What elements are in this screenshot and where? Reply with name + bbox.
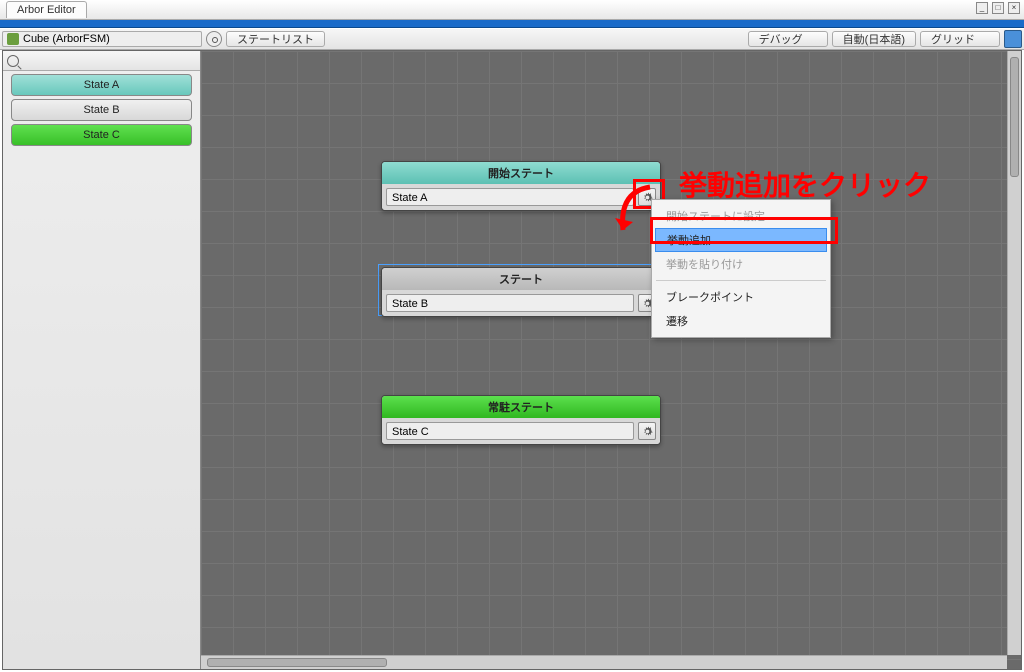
sidebar: State A State B State C — [3, 51, 201, 669]
accent-strip — [0, 20, 1024, 28]
minimize-icon[interactable]: _ — [976, 2, 988, 14]
scrollbar-thumb[interactable] — [207, 658, 387, 667]
sidebar-item-state-c[interactable]: State C — [11, 124, 192, 146]
target-object-field[interactable]: Cube (ArborFSM) — [2, 31, 202, 47]
sidebar-item-label: State C — [83, 129, 120, 141]
debug-label: デバッグ — [759, 31, 803, 47]
state-list-button[interactable]: ステートリスト — [226, 31, 325, 47]
menu-item-label: 開始ステートに設定 — [666, 211, 765, 223]
node-name-field[interactable]: State A — [386, 188, 634, 206]
state-node-b[interactable]: ステート State B — [381, 267, 661, 317]
menu-item-label: ブレークポイント — [666, 292, 754, 304]
search-icon — [7, 55, 19, 67]
language-dropdown[interactable]: 自動(日本語) — [832, 31, 916, 47]
menu-item-breakpoint[interactable]: ブレークポイント — [652, 285, 830, 309]
state-node-a[interactable]: 開始ステート State A — [381, 161, 661, 211]
node-header[interactable]: ステート — [382, 268, 660, 290]
vertical-scrollbar[interactable] — [1007, 51, 1021, 655]
node-name-field[interactable]: State B — [386, 294, 634, 312]
sidebar-item-state-a[interactable]: State A — [11, 74, 192, 96]
menu-item-label: 挙動追加 — [667, 235, 711, 247]
node-header-label: ステート — [499, 271, 543, 287]
horizontal-scrollbar[interactable] — [201, 655, 1007, 669]
menu-item-label: 遷移 — [666, 316, 688, 328]
target-object-label: Cube (ArborFSM) — [23, 33, 110, 45]
context-menu: 開始ステートに設定 挙動追加 挙動を貼り付け ブレークポイント 遷移 — [651, 199, 831, 338]
sidebar-search-bar[interactable] — [3, 51, 200, 71]
language-label: 自動(日本語) — [843, 31, 905, 47]
menu-item-transition[interactable]: 遷移 — [652, 309, 830, 333]
state-list-label: ステートリスト — [237, 31, 314, 47]
window-title: Arbor Editor — [6, 1, 87, 18]
node-header-label: 常駐ステート — [488, 399, 554, 415]
debug-dropdown[interactable]: デバッグ — [748, 31, 828, 47]
menu-item-add-behavior[interactable]: 挙動追加 — [655, 228, 827, 252]
prefab-icon — [7, 33, 19, 45]
toolbar: Cube (ArborFSM) ステートリスト デバッグ 自動(日本語) グリッ… — [0, 28, 1024, 50]
state-node-c[interactable]: 常駐ステート State C — [381, 395, 661, 445]
node-header[interactable]: 常駐ステート — [382, 396, 660, 418]
close-icon[interactable]: × — [1008, 2, 1020, 14]
sidebar-item-label: State A — [84, 79, 119, 91]
callout-text: 挙動追加をクリック — [679, 164, 931, 204]
gear-icon[interactable] — [638, 422, 656, 440]
grid-label: グリッド — [931, 31, 975, 47]
sidebar-item-label: State B — [83, 104, 119, 116]
maximize-icon[interactable]: □ — [992, 2, 1004, 14]
menu-item-set-start[interactable]: 開始ステートに設定 — [652, 204, 830, 228]
object-picker-icon[interactable] — [206, 31, 222, 47]
menu-item-paste-behavior[interactable]: 挙動を貼り付け — [652, 252, 830, 276]
node-name-field[interactable]: State C — [386, 422, 634, 440]
menu-item-label: 挙動を貼り付け — [666, 259, 743, 271]
sidebar-item-state-b[interactable]: State B — [11, 99, 192, 121]
menu-separator — [656, 280, 826, 281]
node-header-label: 開始ステート — [488, 165, 554, 181]
node-header[interactable]: 開始ステート — [382, 162, 660, 184]
capture-button[interactable] — [1004, 30, 1022, 48]
scrollbar-thumb[interactable] — [1010, 57, 1019, 177]
graph-canvas[interactable]: 開始ステート State A ステート State B — [201, 51, 1021, 669]
titlebar: Arbor Editor _ □ × — [0, 0, 1024, 20]
canvas-grid — [201, 51, 1021, 669]
grid-dropdown[interactable]: グリッド — [920, 31, 1000, 47]
